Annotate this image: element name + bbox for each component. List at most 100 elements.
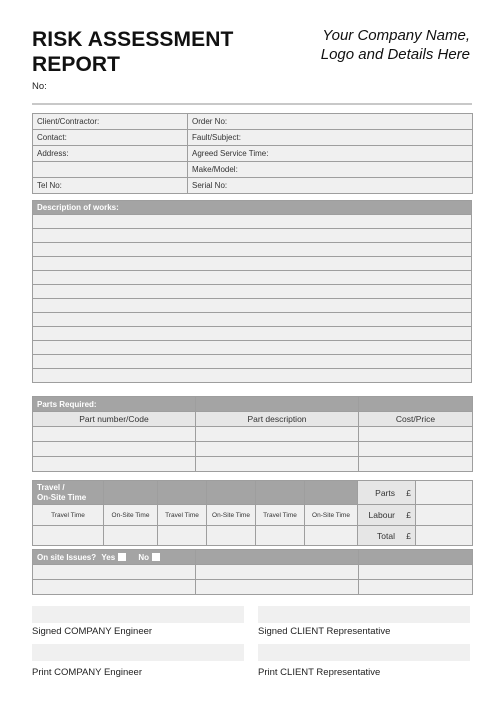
onsite-issues-table: On site Issues? Yes No — [32, 549, 473, 595]
agreed-service-time-field[interactable]: Agreed Service Time: — [187, 145, 473, 162]
onsite-issue-field[interactable] — [358, 579, 473, 595]
table-row: Make/Model: — [32, 161, 473, 178]
table-row — [32, 441, 473, 457]
tel-no-field[interactable]: Tel No: — [32, 177, 188, 194]
onsite-issue-field[interactable] — [195, 564, 359, 580]
parts-required-table: Parts Required: Part number/Code Part de… — [32, 396, 473, 472]
description-line — [32, 214, 472, 229]
table-row: Tel No: Serial No: — [32, 177, 473, 194]
onsite-issues-label: On site Issues? — [37, 552, 97, 562]
company-line-2: Logo and Details Here — [320, 46, 470, 63]
description-line-field[interactable] — [32, 228, 472, 243]
signed-client-representative-label: Signed CLIENT Representative — [258, 626, 391, 637]
table-header-row: On site Issues? Yes No — [32, 549, 473, 565]
cost-price-field[interactable] — [358, 456, 473, 472]
company-details: Your Company Name, Logo and Details Here — [321, 26, 470, 64]
onsite-issue-field[interactable] — [195, 579, 359, 595]
description-line-field[interactable] — [32, 298, 472, 313]
part-description-field[interactable] — [195, 441, 359, 457]
title-line-2: REPORT — [32, 53, 121, 76]
table-header-row: Parts Required: — [32, 396, 473, 412]
onsite-time-field[interactable] — [103, 525, 158, 546]
fault-subject-field[interactable]: Fault/Subject: — [187, 129, 473, 146]
address-field-line-2[interactable] — [32, 161, 188, 178]
client-contractor-field[interactable]: Client/Contractor: — [32, 113, 188, 130]
total-cost-text: Total — [377, 530, 395, 541]
total-cost-field[interactable] — [415, 525, 473, 546]
header-blank — [358, 396, 473, 412]
signed-company-engineer-label: Signed COMPANY Engineer — [32, 626, 153, 637]
onsite-time-field[interactable] — [304, 525, 358, 546]
description-line-field[interactable] — [32, 214, 472, 229]
report-number-label: No: — [32, 81, 47, 92]
table-row: Client/Contractor: Order No: — [32, 113, 473, 130]
table-header-row: Description of works: — [32, 200, 472, 215]
order-no-field[interactable]: Order No: — [187, 113, 473, 130]
travel-header-row: Travel / On-Site Time Parts £ — [32, 480, 473, 505]
description-line — [32, 368, 472, 383]
signed-client-representative-field[interactable] — [258, 606, 470, 623]
table-row — [32, 456, 473, 472]
column-header-onsite-time: On-Site Time — [103, 504, 158, 526]
address-field[interactable]: Address: — [32, 145, 188, 162]
description-line-field[interactable] — [32, 270, 472, 285]
column-header-cost-price: Cost/Price — [358, 411, 473, 427]
description-line-field[interactable] — [32, 340, 472, 355]
parts-required-header: Parts Required: — [32, 396, 196, 412]
column-header-part-number: Part number/Code — [32, 411, 196, 427]
description-line-field[interactable] — [32, 284, 472, 299]
part-number-field[interactable] — [32, 456, 196, 472]
part-number-field[interactable] — [32, 441, 196, 457]
description-line — [32, 228, 472, 243]
print-client-representative-field[interactable] — [258, 644, 470, 661]
currency-symbol: £ — [406, 530, 411, 541]
no-checkbox[interactable] — [152, 552, 161, 561]
header-blank — [255, 480, 305, 505]
description-line-field[interactable] — [32, 242, 472, 257]
title-line-1: RISK ASSESSMENT — [32, 28, 234, 51]
header-blank — [195, 396, 359, 412]
labour-cost-text: Labour — [368, 510, 395, 520]
signed-company-engineer-field[interactable] — [32, 606, 244, 623]
print-company-engineer-field[interactable] — [32, 644, 244, 661]
contact-field[interactable]: Contact: — [32, 129, 188, 146]
onsite-issues-header: On site Issues? Yes No — [32, 549, 196, 565]
travel-column-row: Travel Time On-Site Time Travel Time On-… — [32, 504, 473, 526]
description-line — [32, 270, 472, 285]
cost-price-field[interactable] — [358, 426, 473, 442]
description-line-field[interactable] — [32, 326, 472, 341]
table-row — [32, 426, 473, 442]
description-line-field[interactable] — [32, 368, 472, 383]
description-line-field[interactable] — [32, 354, 472, 369]
travel-time-field[interactable] — [157, 525, 207, 546]
part-number-field[interactable] — [32, 426, 196, 442]
header-blank — [206, 480, 256, 505]
onsite-time-field[interactable] — [206, 525, 256, 546]
description-line-field[interactable] — [32, 256, 472, 271]
part-description-field[interactable] — [195, 456, 359, 472]
travel-value-row: Total £ — [32, 525, 473, 546]
cost-price-field[interactable] — [358, 441, 473, 457]
description-line — [32, 242, 472, 257]
serial-no-field[interactable]: Serial No: — [187, 177, 473, 194]
column-header-travel-time: Travel Time — [157, 504, 207, 526]
yes-checkbox[interactable] — [118, 552, 127, 561]
column-header-onsite-time: On-Site Time — [206, 504, 256, 526]
labour-cost-field[interactable] — [415, 504, 473, 526]
travel-time-field[interactable] — [32, 525, 104, 546]
column-header-onsite-time: On-Site Time — [304, 504, 358, 526]
description-header: Description of works: — [32, 200, 472, 215]
onsite-issue-field[interactable] — [32, 579, 196, 595]
part-description-field[interactable] — [195, 426, 359, 442]
table-row: Contact: Fault/Subject: — [32, 129, 473, 146]
description-line — [32, 284, 472, 299]
parts-cost-label: Parts £ — [357, 480, 416, 505]
make-model-field[interactable]: Make/Model: — [187, 161, 473, 178]
description-line-field[interactable] — [32, 312, 472, 327]
column-header-part-description: Part description — [195, 411, 359, 427]
onsite-issue-field[interactable] — [358, 564, 473, 580]
travel-time-field[interactable] — [255, 525, 305, 546]
onsite-issue-field[interactable] — [32, 564, 196, 580]
parts-cost-field[interactable] — [415, 480, 473, 505]
description-line — [32, 354, 472, 369]
